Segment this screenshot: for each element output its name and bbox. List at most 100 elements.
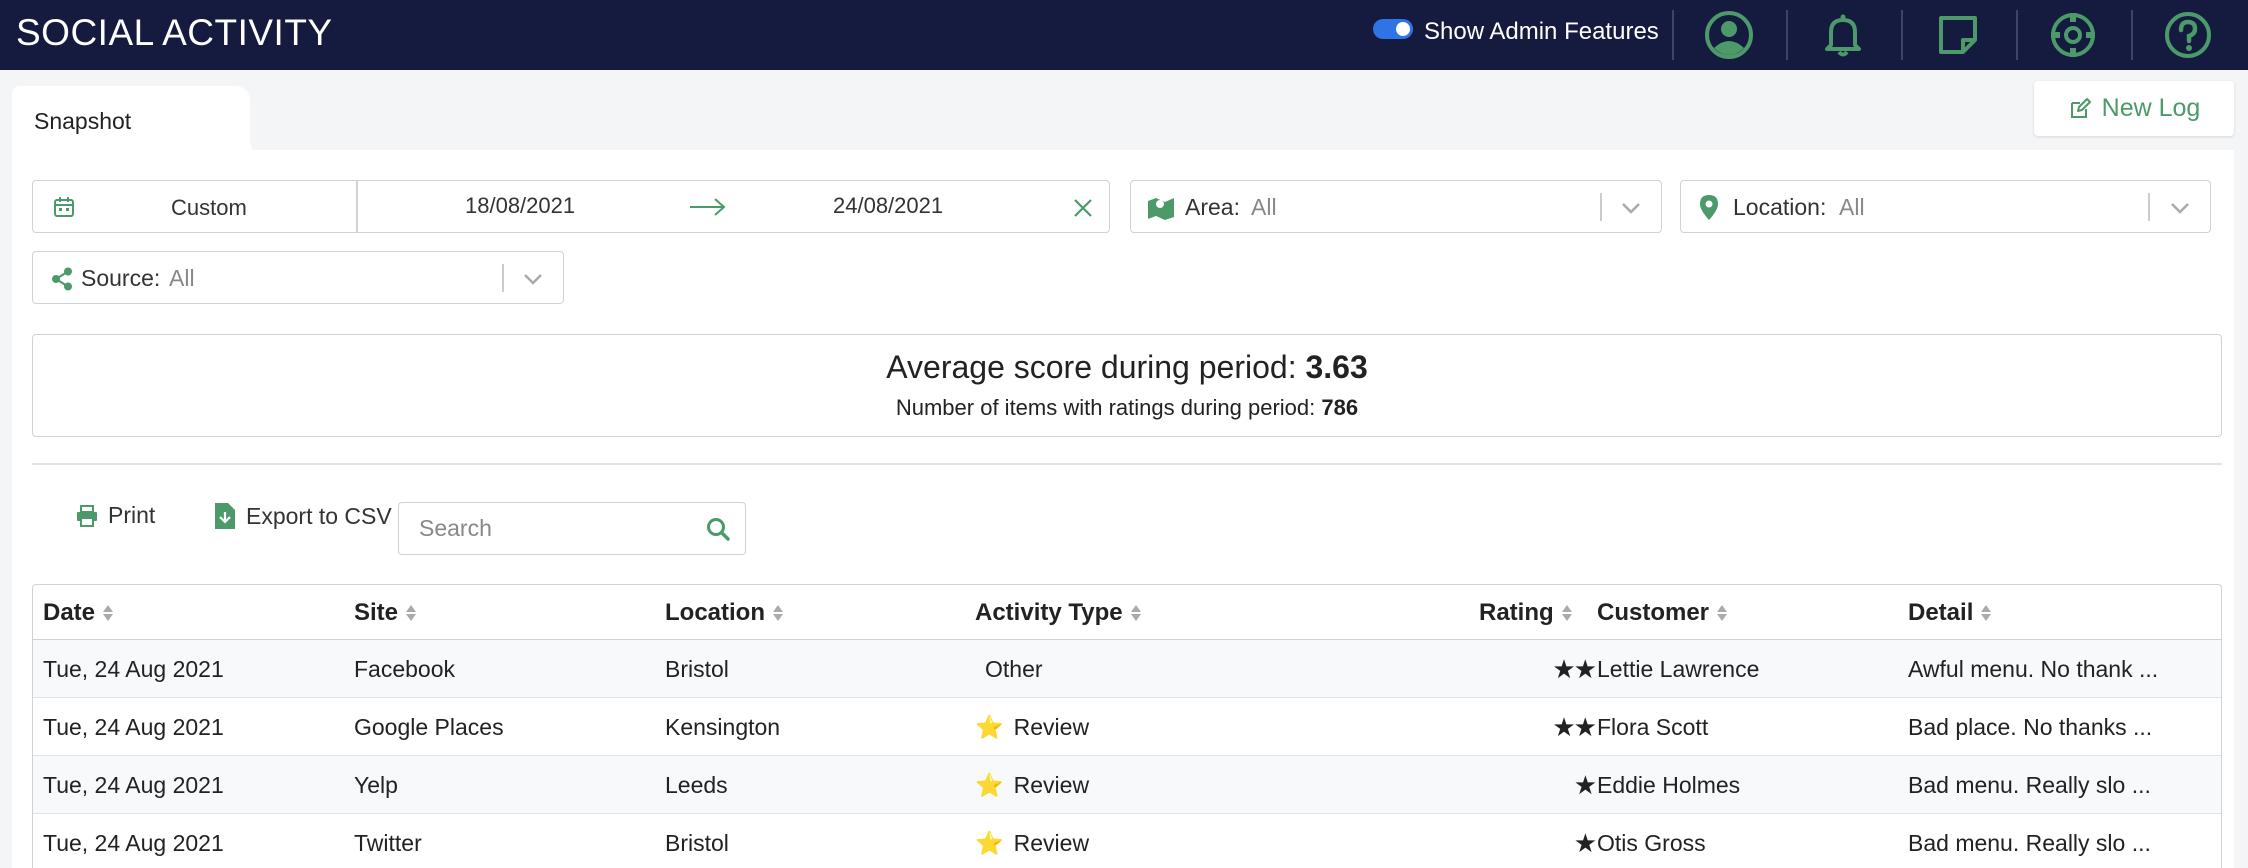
toggle-knob <box>1396 22 1410 36</box>
cell-detail: Awful menu. No thank ... <box>1908 656 2159 682</box>
cell-customer: Lettie Lawrence <box>1597 656 1760 682</box>
export-csv-label: Export to CSV <box>246 502 392 529</box>
table-header: Date Site Location Activity Type Rating … <box>33 585 2221 640</box>
cell-site: Google Places <box>354 714 504 740</box>
column-header-activity-type[interactable]: Activity Type <box>975 599 1141 627</box>
sort-icon <box>103 604 114 622</box>
rated-items-value: 786 <box>1321 395 1359 420</box>
star-badge-icon: ⭐ <box>975 830 1004 856</box>
cell-rating: ★★ <box>1552 712 1597 742</box>
area-filter-value: All <box>1251 194 1277 220</box>
clear-date-icon[interactable] <box>1073 198 1093 218</box>
cell-date: Tue, 24 Aug 2021 <box>43 830 224 856</box>
column-header-detail[interactable]: Detail <box>1908 599 1992 627</box>
header-divider <box>2131 10 2133 60</box>
section-divider <box>32 463 2222 465</box>
source-filter-value: All <box>169 265 195 291</box>
map-icon <box>1148 198 1174 220</box>
column-header-date[interactable]: Date <box>43 599 114 627</box>
column-header-rating[interactable]: Rating <box>1479 599 1572 627</box>
main-panel: Custom 18/08/2021 24/08/2021 Area: All L… <box>12 150 2234 868</box>
cell-site: Yelp <box>354 772 398 798</box>
cell-location: Kensington <box>665 714 781 740</box>
sort-icon <box>1561 604 1572 622</box>
bell-icon[interactable] <box>1816 8 1870 62</box>
note-icon[interactable] <box>1931 8 1985 62</box>
new-log-label: New Log <box>2101 94 2201 122</box>
map-pin-icon <box>1700 195 1718 220</box>
sort-icon <box>1130 604 1141 622</box>
table-row[interactable]: Tue, 24 Aug 2021 Google Places Kensingto… <box>33 698 2221 756</box>
table-row[interactable]: Tue, 24 Aug 2021 Yelp Leeds ⭐ Review ★ Ed… <box>33 756 2221 814</box>
chevron-down-icon[interactable] <box>1620 197 1642 219</box>
printer-icon <box>77 504 97 527</box>
cell-rating: ★ <box>1573 828 1597 858</box>
header-divider <box>2016 10 2018 60</box>
column-header-location[interactable]: Location <box>665 599 783 627</box>
help-icon[interactable] <box>2161 8 2215 62</box>
export-csv-button[interactable]: Export to CSV <box>214 502 392 530</box>
share-icon <box>52 267 72 291</box>
average-score-value: 3.63 <box>1305 349 1368 385</box>
cell-rating: ★★ <box>1552 654 1597 684</box>
search-input[interactable] <box>419 515 699 542</box>
cell-site: Facebook <box>354 656 456 682</box>
cell-detail: Bad place. No thanks ... <box>1908 714 2153 740</box>
source-filter[interactable]: Source: All <box>32 251 564 304</box>
chevron-down-icon[interactable] <box>2169 197 2191 219</box>
select-separator <box>2148 193 2150 221</box>
score-summary: Average score during period: 3.63 Number… <box>32 334 2222 437</box>
cell-activity-type: ⭐ Review <box>975 772 1090 798</box>
admin-features-toggle[interactable] <box>1373 19 1413 39</box>
rated-items-count: Number of items with ratings during peri… <box>33 395 2221 421</box>
new-log-button[interactable]: New Log <box>2034 81 2234 136</box>
select-separator <box>1600 193 1602 221</box>
date-from-input[interactable]: 18/08/2021 <box>465 193 575 219</box>
location-filter[interactable]: Location: All <box>1680 180 2211 233</box>
cell-date: Tue, 24 Aug 2021 <box>43 656 224 682</box>
cell-activity-type: ⭐ Review <box>975 714 1090 740</box>
cell-location: Bristol <box>665 656 729 682</box>
chevron-down-icon[interactable] <box>522 268 544 290</box>
print-button[interactable]: Print <box>76 502 155 529</box>
cell-date: Tue, 24 Aug 2021 <box>43 772 224 798</box>
user-icon[interactable] <box>1702 8 1756 62</box>
settings-icon[interactable] <box>2046 8 2100 62</box>
source-filter-label: Source: <box>81 265 161 291</box>
table-row[interactable]: Tue, 24 Aug 2021 Twitter Bristol ⭐ Review… <box>33 814 2221 868</box>
cell-customer: Flora Scott <box>1597 714 1709 740</box>
cell-detail: Bad menu. Really slo ... <box>1908 830 2151 856</box>
cell-date: Tue, 24 Aug 2021 <box>43 714 224 740</box>
header-divider <box>1901 10 1903 60</box>
column-header-customer[interactable]: Customer <box>1597 599 1728 627</box>
top-header: SOCIAL ACTIVITY Show Admin Features <box>0 0 2248 70</box>
admin-features-label[interactable]: Show Admin Features <box>1424 18 1659 46</box>
cell-rating: ★ <box>1573 770 1597 800</box>
tab-snapshot-label: Snapshot <box>34 108 132 134</box>
star-badge-icon: ⭐ <box>975 714 1004 740</box>
date-mode-select[interactable]: Custom <box>171 195 247 221</box>
area-filter-label: Area: <box>1185 194 1240 220</box>
cell-location: Leeds <box>665 772 728 798</box>
cell-site: Twitter <box>354 830 422 856</box>
cell-customer: Otis Gross <box>1597 830 1706 856</box>
search-box <box>398 502 746 555</box>
column-header-site[interactable]: Site <box>354 599 417 627</box>
average-score-label: Average score during period: <box>886 349 1297 385</box>
sort-icon <box>1981 604 1992 622</box>
cell-detail: Bad menu. Really slo ... <box>1908 772 2151 798</box>
average-score: Average score during period: 3.63 <box>33 349 2221 386</box>
date-to-input[interactable]: 24/08/2021 <box>833 193 943 219</box>
date-divider <box>356 181 358 232</box>
tab-snapshot[interactable]: Snapshot <box>12 86 250 150</box>
search-icon[interactable] <box>705 516 731 542</box>
table-row[interactable]: Tue, 24 Aug 2021 Facebook Bristol Other … <box>33 640 2221 698</box>
header-divider <box>1672 10 1674 60</box>
star-badge-icon: ⭐ <box>975 772 1004 798</box>
cell-customer: Eddie Holmes <box>1597 772 1741 798</box>
sort-icon <box>1717 604 1728 622</box>
area-filter[interactable]: Area: All <box>1130 180 1662 233</box>
cell-activity-type: Other <box>985 656 1043 682</box>
file-download-icon <box>215 503 235 529</box>
arrow-right-icon <box>690 198 726 216</box>
